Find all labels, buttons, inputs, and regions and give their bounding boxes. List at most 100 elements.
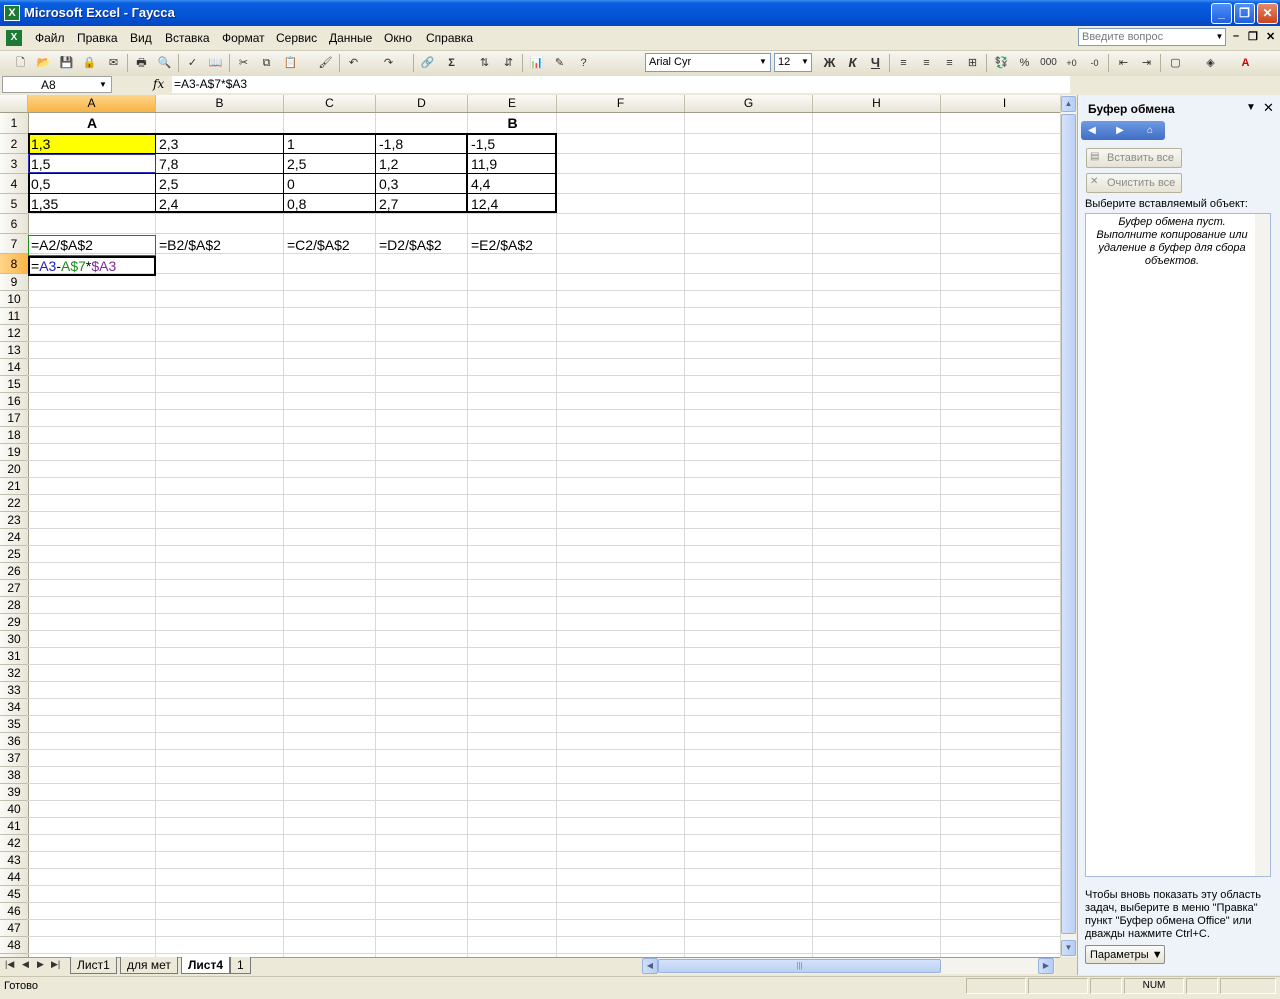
- cell-b5[interactable]: 2,4: [156, 194, 284, 214]
- vertical-scroll-thumb[interactable]: [1061, 114, 1076, 934]
- select-all-corner[interactable]: [0, 95, 28, 112]
- sort-descending-icon[interactable]: ⇵: [499, 54, 518, 72]
- row-header[interactable]: 34: [0, 699, 28, 716]
- excel-app-icon[interactable]: X: [4, 5, 20, 21]
- increase-indent-icon[interactable]: ⇥: [1137, 54, 1156, 72]
- back-icon[interactable]: ◀: [1084, 123, 1100, 138]
- sheet-tab-list4[interactable]: Лист4: [181, 957, 231, 974]
- menu-view[interactable]: Вид: [130, 31, 152, 45]
- row-header[interactable]: 29: [0, 614, 28, 631]
- row-header[interactable]: 36: [0, 733, 28, 750]
- cell-a4[interactable]: 0,5: [28, 174, 156, 194]
- cell-c3[interactable]: 2,5: [284, 154, 376, 174]
- new-icon[interactable]: 🗋: [11, 54, 30, 72]
- row-header[interactable]: 18: [0, 427, 28, 444]
- cell-c7[interactable]: =C2/$A$2: [284, 235, 376, 255]
- row-header[interactable]: 44: [0, 869, 28, 886]
- row-header[interactable]: 7: [0, 234, 28, 254]
- row-header[interactable]: 20: [0, 461, 28, 478]
- task-pane-close-icon[interactable]: ✕: [1263, 100, 1274, 116]
- align-right-icon[interactable]: ≡: [940, 54, 959, 72]
- cut-icon[interactable]: ✂: [234, 54, 253, 72]
- home-icon[interactable]: ⌂: [1142, 123, 1158, 138]
- restore-button[interactable]: ❐: [1234, 3, 1255, 24]
- autosum-icon[interactable]: Σ: [442, 54, 461, 72]
- next-sheet-icon[interactable]: ▶: [37, 959, 44, 970]
- row-header[interactable]: 10: [0, 291, 28, 308]
- menu-help[interactable]: Справка: [426, 31, 473, 45]
- undo-icon[interactable]: ↶: [344, 54, 363, 72]
- row-header[interactable]: 39: [0, 784, 28, 801]
- row-header[interactable]: 40: [0, 801, 28, 818]
- cell-b3[interactable]: 7,8: [156, 154, 284, 174]
- column-header-b[interactable]: B: [156, 95, 284, 112]
- doc-minimize-icon[interactable]: –: [1233, 30, 1239, 42]
- column-header-g[interactable]: G: [685, 95, 813, 112]
- row-header[interactable]: 15: [0, 376, 28, 393]
- decrease-decimal-icon[interactable]: -0: [1085, 54, 1104, 72]
- row-header[interactable]: 8: [0, 254, 28, 274]
- paste-icon[interactable]: 📋: [281, 54, 300, 72]
- row-header[interactable]: 19: [0, 444, 28, 461]
- row-header[interactable]: 21: [0, 478, 28, 495]
- cell-a5[interactable]: 1,35: [28, 194, 156, 214]
- row-header[interactable]: 16: [0, 393, 28, 410]
- decrease-indent-icon[interactable]: ⇤: [1114, 54, 1133, 72]
- save-icon[interactable]: 💾: [57, 54, 76, 72]
- help-dropdown-icon[interactable]: ▼: [1214, 29, 1225, 45]
- chart-wizard-icon[interactable]: 📊: [527, 54, 546, 72]
- doc-restore-icon[interactable]: ❐: [1248, 30, 1258, 43]
- cell-e3[interactable]: 11,9: [468, 154, 557, 174]
- align-left-icon[interactable]: ≡: [894, 54, 913, 72]
- menu-format[interactable]: Формат: [222, 31, 265, 45]
- spelling-icon[interactable]: ✓: [183, 54, 202, 72]
- formula-input[interactable]: =A3-A$7*$A3: [172, 76, 1070, 93]
- fill-color-icon[interactable]: ◈: [1201, 54, 1220, 72]
- row-header[interactable]: 43: [0, 852, 28, 869]
- row-header[interactable]: 30: [0, 631, 28, 648]
- row-header[interactable]: 3: [0, 154, 28, 174]
- row-header[interactable]: 25: [0, 546, 28, 563]
- row-header[interactable]: 1: [0, 113, 28, 134]
- row-header[interactable]: 41: [0, 818, 28, 835]
- scroll-down-icon[interactable]: ▼: [1061, 940, 1076, 956]
- comma-style-icon[interactable]: 000: [1039, 54, 1058, 72]
- column-header-h[interactable]: H: [813, 95, 941, 112]
- menu-data[interactable]: Данные: [329, 31, 372, 45]
- cell-d7[interactable]: =D2/$A$2: [376, 235, 468, 255]
- print-icon[interactable]: 🖶: [132, 54, 151, 72]
- increase-decimal-icon[interactable]: +0: [1062, 54, 1081, 72]
- italic-icon[interactable]: К: [843, 54, 862, 72]
- font-color-icon[interactable]: A: [1236, 54, 1255, 72]
- column-header-a[interactable]: A: [28, 95, 156, 112]
- row-header[interactable]: 48: [0, 937, 28, 954]
- permission-icon[interactable]: 🔒: [80, 54, 99, 72]
- row-header[interactable]: 22: [0, 495, 28, 512]
- menu-window[interactable]: Окно: [384, 31, 412, 45]
- row-header[interactable]: 2: [0, 134, 28, 154]
- sheet-tab-dlya-met[interactable]: для мет: [120, 957, 178, 974]
- worksheet-grid[interactable]: A B C D E F G H I 1 2 3 4 5 6 7 8 9 10 11 12 13 14 15 1…: [0, 95, 1060, 957]
- horizontal-scroll-thumb[interactable]: |||: [658, 959, 941, 973]
- menu-insert[interactable]: Вставка: [165, 31, 210, 45]
- help-search-input[interactable]: Введите вопрос: [1078, 28, 1226, 46]
- row-header[interactable]: 9: [0, 274, 28, 291]
- cell-b4[interactable]: 2,5: [156, 174, 284, 194]
- forward-icon[interactable]: ▶: [1112, 123, 1128, 138]
- copy-icon[interactable]: ⧉: [257, 54, 276, 72]
- email-icon[interactable]: ✉: [104, 54, 123, 72]
- sort-ascending-icon[interactable]: ⇅: [475, 54, 494, 72]
- percent-icon[interactable]: %: [1015, 54, 1034, 72]
- row-header[interactable]: 13: [0, 342, 28, 359]
- column-header-c[interactable]: C: [284, 95, 376, 112]
- borders-icon[interactable]: ▢: [1166, 54, 1185, 72]
- row-header[interactable]: 46: [0, 903, 28, 920]
- bold-icon[interactable]: Ж: [820, 54, 839, 72]
- cell-d5[interactable]: 2,7: [376, 194, 468, 214]
- row-header[interactable]: 5: [0, 194, 28, 214]
- minimize-button[interactable]: _: [1211, 3, 1232, 24]
- insert-function-icon[interactable]: fx: [153, 77, 164, 91]
- scroll-left-icon[interactable]: ◀: [642, 958, 658, 974]
- cell-c5[interactable]: 0,8: [284, 194, 376, 214]
- cell-c2[interactable]: 1: [284, 134, 376, 154]
